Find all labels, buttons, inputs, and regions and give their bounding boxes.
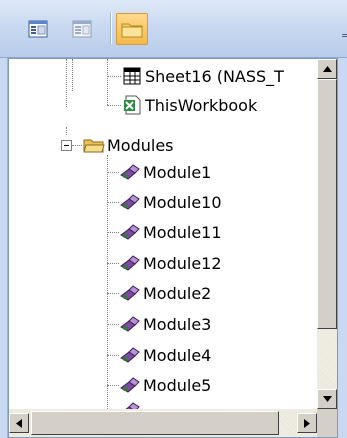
tree-item-label: ThisWorkbook bbox=[145, 95, 258, 115]
collapse-modules-toggle[interactable] bbox=[61, 140, 72, 151]
form-window-icon bbox=[72, 20, 92, 38]
tree-line bbox=[107, 293, 119, 294]
tree-item-module1[interactable]: Module1 bbox=[119, 157, 211, 187]
tree-item-label: Module5 bbox=[143, 375, 212, 395]
folder-icon bbox=[121, 23, 143, 38]
view-object-button[interactable] bbox=[70, 17, 94, 41]
module-icon bbox=[120, 377, 140, 393]
folder-open-icon bbox=[83, 139, 105, 153]
arrow-left-icon bbox=[16, 418, 22, 428]
tree-item-label: Module11 bbox=[143, 222, 222, 242]
arrow-down-icon bbox=[322, 396, 332, 402]
tree-item-sheet16[interactable]: Sheet16 (NASS_T bbox=[121, 61, 284, 91]
tree-line bbox=[107, 263, 119, 264]
right-border-strip bbox=[338, 58, 347, 438]
code-window-icon bbox=[28, 20, 48, 38]
tree-line bbox=[66, 59, 67, 107]
vertical-scroll-thumb[interactable] bbox=[317, 79, 337, 329]
project-toolbar: = bbox=[0, 0, 347, 58]
tree-item-label: Sheet16 (NASS_T bbox=[145, 66, 284, 86]
toolbar-separator bbox=[110, 12, 111, 44]
tree-line bbox=[107, 202, 119, 203]
module-icon bbox=[120, 194, 140, 210]
tree-item-module4[interactable]: Module4 bbox=[119, 340, 211, 370]
left-border-strip bbox=[0, 58, 8, 438]
module-icon bbox=[120, 347, 140, 363]
tree-item-module3[interactable]: Module3 bbox=[119, 309, 211, 339]
arrow-right-icon bbox=[304, 418, 310, 428]
arrow-up-icon bbox=[322, 66, 332, 72]
horizontal-scroll-thumb[interactable] bbox=[31, 411, 279, 435]
workbook-icon bbox=[124, 95, 141, 115]
tree-line bbox=[107, 105, 121, 106]
tree-item-thisworkbook[interactable]: ThisWorkbook bbox=[121, 90, 257, 120]
tree-line bbox=[107, 232, 119, 233]
module-icon bbox=[120, 255, 140, 271]
view-code-button[interactable] bbox=[26, 17, 50, 41]
scrollbar-corner bbox=[317, 409, 337, 437]
module-icon bbox=[120, 285, 140, 301]
tree-item-label: Module3 bbox=[143, 314, 212, 334]
tree-item-module12[interactable]: Module12 bbox=[119, 248, 222, 278]
tree-line bbox=[66, 127, 67, 135]
tree-item-module11[interactable]: Module11 bbox=[119, 217, 222, 247]
tree-line bbox=[107, 155, 108, 409]
tree-item-label: Module4 bbox=[143, 345, 212, 365]
module-icon bbox=[120, 164, 140, 180]
tree-line bbox=[107, 76, 121, 77]
module-icon bbox=[125, 402, 140, 409]
tree-item-label: Module10 bbox=[143, 192, 222, 212]
scroll-left-button[interactable] bbox=[9, 413, 29, 433]
horizontal-scrollbar[interactable] bbox=[9, 409, 317, 437]
project-tree: Sheet16 (NASS_T ThisWorkbook Modules Mod… bbox=[9, 59, 317, 409]
toggle-folders-button[interactable] bbox=[116, 13, 148, 45]
tree-item-label: Modules bbox=[107, 135, 174, 155]
tree-line bbox=[107, 172, 119, 173]
tree-line bbox=[107, 324, 119, 325]
tree-item-label: Module12 bbox=[143, 253, 222, 273]
toolbar-overflow-icon[interactable]: = bbox=[341, 30, 347, 42]
vertical-scrollbar[interactable] bbox=[317, 59, 337, 409]
worksheet-icon bbox=[123, 67, 141, 85]
scroll-down-button[interactable] bbox=[317, 389, 337, 409]
tree-line bbox=[107, 385, 119, 386]
tree-line bbox=[72, 145, 82, 146]
tree-line bbox=[72, 59, 73, 91]
tree-item-module2[interactable]: Module2 bbox=[119, 278, 211, 308]
tree-line bbox=[107, 355, 119, 356]
scroll-right-button[interactable] bbox=[297, 413, 317, 433]
module-icon bbox=[120, 316, 140, 332]
tree-item-label: Module1 bbox=[143, 162, 212, 182]
tree-item-modules-folder[interactable]: Modules bbox=[83, 130, 174, 160]
scroll-up-button[interactable] bbox=[317, 59, 337, 79]
tree-line bbox=[107, 59, 108, 105]
tree-item-label: Module2 bbox=[143, 283, 212, 303]
project-explorer-tree-panel: Sheet16 (NASS_T ThisWorkbook Modules Mod… bbox=[8, 58, 338, 438]
tree-item-module10[interactable]: Module10 bbox=[119, 187, 222, 217]
module-icon bbox=[120, 224, 140, 240]
tree-item-module5[interactable]: Module5 bbox=[119, 370, 211, 400]
